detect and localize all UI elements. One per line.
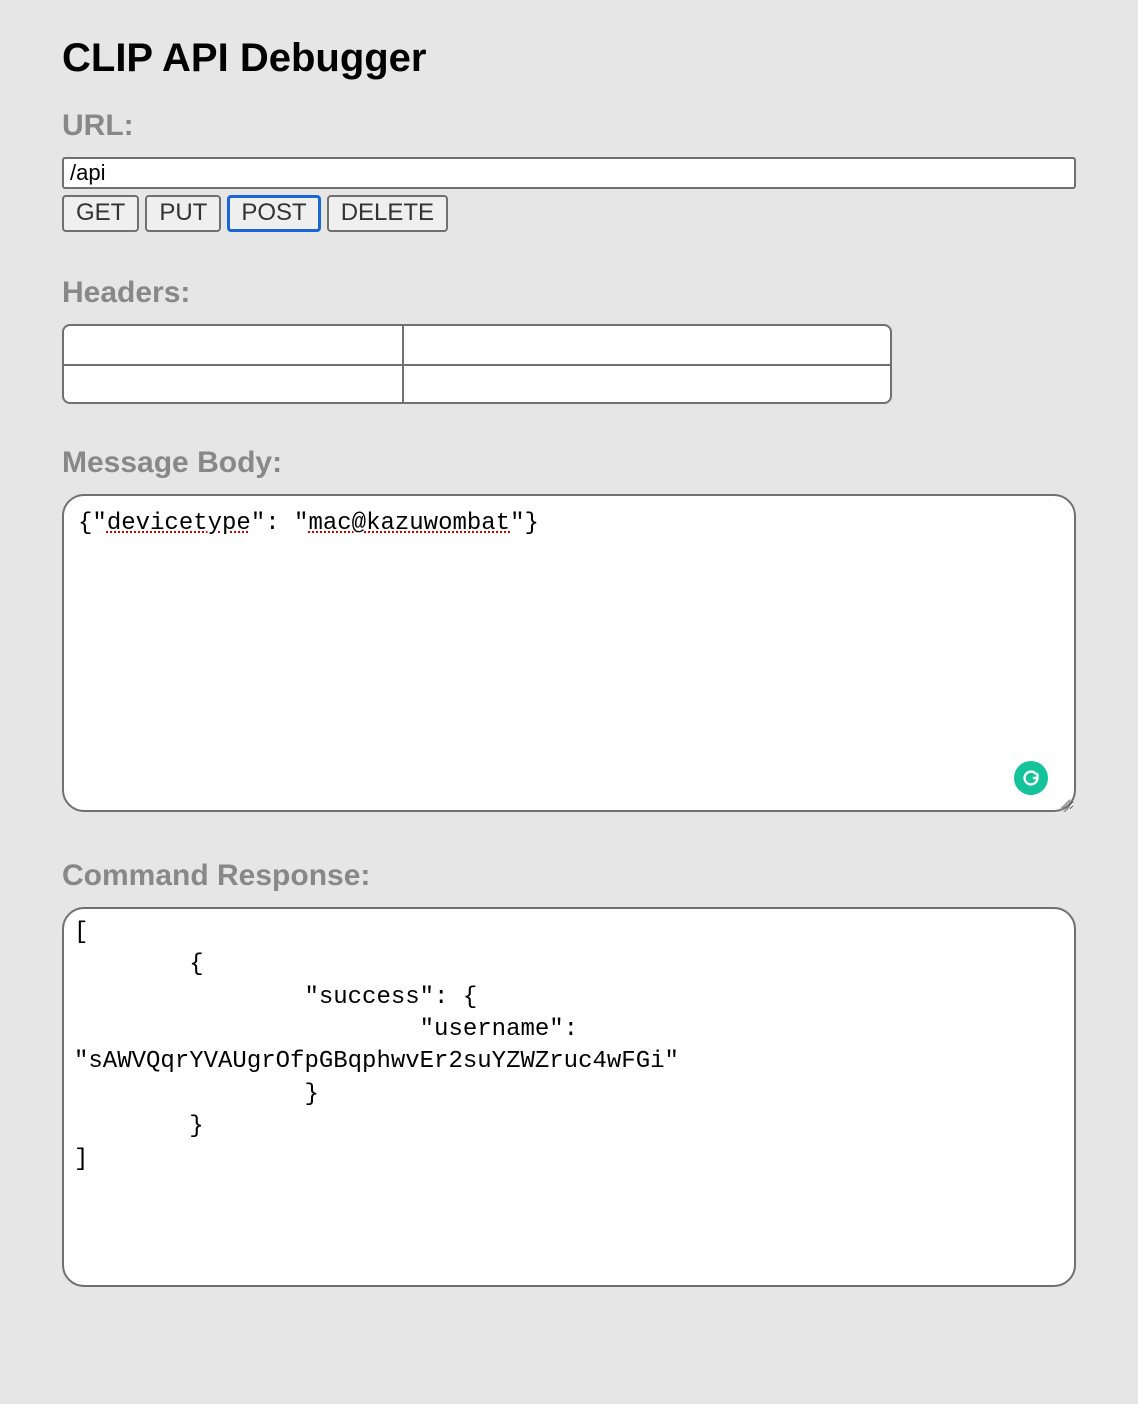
section-label-body: Message Body: bbox=[62, 446, 1076, 480]
command-response-output: [ { "success": { "username": "sAWVQqrYVA… bbox=[62, 907, 1076, 1287]
header-key-input-0[interactable] bbox=[64, 326, 402, 364]
section-label-response: Command Response: bbox=[62, 859, 1076, 893]
message-body-textarea[interactable] bbox=[62, 494, 1076, 812]
table-row bbox=[64, 326, 890, 364]
header-key-input-1[interactable] bbox=[64, 366, 402, 402]
http-method-row: GET PUT POST DELETE bbox=[62, 195, 1076, 232]
headers-table bbox=[62, 324, 892, 404]
header-value-input-0[interactable] bbox=[404, 326, 890, 364]
header-value-input-1[interactable] bbox=[404, 366, 890, 402]
delete-button[interactable]: DELETE bbox=[327, 195, 448, 232]
url-input[interactable] bbox=[62, 157, 1076, 189]
section-label-url: URL: bbox=[62, 109, 1076, 143]
grammarly-icon[interactable] bbox=[1014, 761, 1048, 795]
get-button[interactable]: GET bbox=[62, 195, 139, 232]
page-title: CLIP API Debugger bbox=[62, 36, 1076, 81]
put-button[interactable]: PUT bbox=[145, 195, 221, 232]
debugger-panel: CLIP API Debugger URL: GET PUT POST DELE… bbox=[20, 4, 1118, 1400]
post-button[interactable]: POST bbox=[227, 195, 320, 232]
table-row bbox=[64, 364, 890, 402]
section-label-headers: Headers: bbox=[62, 276, 1076, 310]
